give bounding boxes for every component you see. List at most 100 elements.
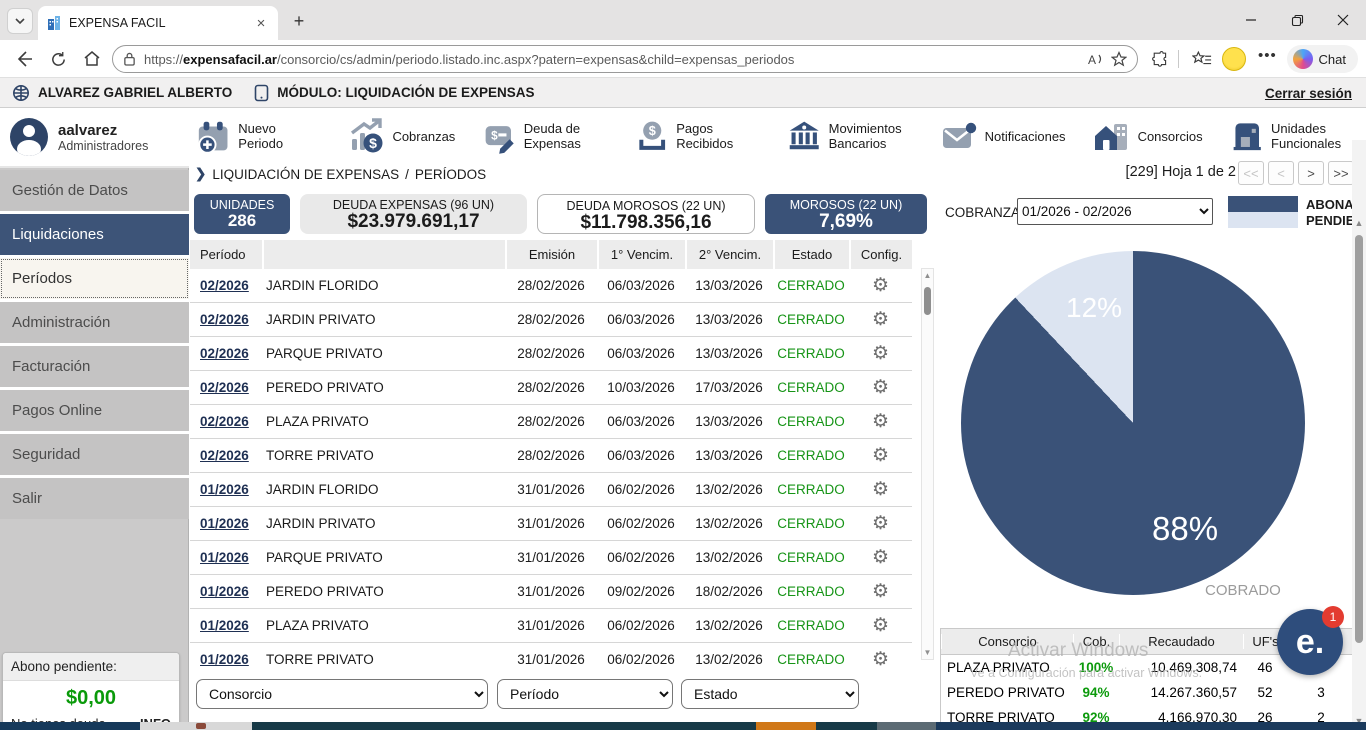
emision-date: 28/02/2026 [505,380,597,395]
toolbar-nuevo-periodo[interactable]: Nuevo Periodo [195,118,320,156]
sidebar-item-pagos-online[interactable]: Pagos Online [0,390,189,431]
new-tab-button[interactable]: + [288,10,310,32]
toolbar-deuda-de-expensas[interactable]: $ Deuda de Expensas [482,118,607,156]
page-scrollbar[interactable]: ▲ ▼ [1352,140,1366,730]
stat-label: MOROSOS (22 UN) [765,198,927,212]
config-gear-icon[interactable]: ⚙ [872,547,889,568]
filter-consorcio-select[interactable]: Consorcio [196,679,488,709]
sidebar-item-periodos[interactable]: Períodos [0,258,189,299]
col-header-venc1[interactable]: 1° Vencim. [597,240,685,269]
table-scrollbar[interactable]: ▲ ▼ [921,268,934,660]
period-link[interactable]: 01/2026 [190,516,262,531]
read-aloud-button[interactable]: A [1087,52,1103,66]
period-link[interactable]: 02/2026 [190,312,262,327]
period-link[interactable]: 01/2026 [190,652,262,667]
config-gear-icon[interactable]: ⚙ [872,479,889,500]
config-gear-icon[interactable]: ⚙ [872,513,889,534]
col-header-emision[interactable]: Emisión [505,240,597,269]
cobranza-select[interactable]: 01/2026 - 02/2026 [1017,198,1213,225]
browser-menu-button[interactable]: ••• [1258,47,1277,64]
sidebar-item-facturacion[interactable]: Facturación [0,346,189,387]
page-scroll-up-icon[interactable]: ▲ [1352,218,1366,228]
config-gear-icon[interactable]: ⚙ [872,445,889,466]
config-gear-icon[interactable]: ⚙ [872,343,889,364]
pager-first-button[interactable]: << [1238,161,1264,185]
sum-col-recaudado[interactable]: Recaudado [1119,634,1243,649]
config-gear-icon[interactable]: ⚙ [872,615,889,636]
sidebar-item-salir[interactable]: Salir [0,478,189,519]
copilot-icon [1293,49,1313,69]
logout-link[interactable]: Cerrar sesión [1265,78,1352,108]
col-header-estado[interactable]: Estado [773,240,849,269]
legend-swatch-pendiente [1228,212,1298,228]
toolbar-label: Nuevo Periodo [238,122,320,152]
restore-icon [1291,14,1304,27]
filter-periodo-select[interactable]: Período [497,679,673,709]
browser-tab[interactable]: EXPENSA FACIL × [38,6,278,40]
toolbar-consorcios[interactable]: Consorcios [1093,118,1203,156]
col-header-periodo[interactable]: Período [190,240,262,269]
profile-avatar[interactable] [1222,47,1246,71]
page-info: [229] Hoja 1 de 2 [1126,164,1236,180]
tab-search-button[interactable] [7,8,33,34]
sidebar-item-administracion[interactable]: Administración [0,302,189,343]
sidebar-item-seguridad[interactable]: Seguridad [0,434,189,475]
period-link[interactable]: 02/2026 [190,278,262,293]
toolbar-unidades-funcionales[interactable]: Unidades Funcionales [1230,118,1355,156]
logged-user: ALVAREZ GABRIEL ALBERTO [12,84,232,102]
sidebar-item-gestion-de-datos[interactable]: Gestión de Datos [0,170,189,211]
pie-label-pendiente: 12% [1066,292,1122,324]
url-bar[interactable]: https://expensafacil.ar/consorcio/cs/adm… [112,45,1138,73]
tab-close-button[interactable]: × [252,14,270,32]
period-link[interactable]: 01/2026 [190,584,262,599]
config-gear-icon[interactable]: ⚙ [872,411,889,432]
col-header-venc2[interactable]: 2° Vencim. [685,240,773,269]
restore-button[interactable] [1274,0,1320,40]
extensions-button[interactable] [1148,47,1172,71]
pager-last-button[interactable]: >> [1328,161,1354,185]
close-window-button[interactable] [1320,0,1366,40]
pager-prev-button[interactable]: < [1268,161,1294,185]
page-scrollbar-thumb[interactable] [1355,235,1363,643]
favorite-star-button[interactable] [1111,51,1127,67]
period-link[interactable]: 01/2026 [190,618,262,633]
config-gear-icon[interactable]: ⚙ [872,649,889,670]
sidebar-item-liquidaciones[interactable]: Liquidaciones [0,214,189,255]
back-button[interactable] [12,47,36,71]
sidebar: aalvarez Administradores Gestión de Dato… [0,108,189,730]
summary-recaudado: 10.469.308,74 [1119,660,1243,675]
config-gear-icon[interactable]: ⚙ [872,581,889,602]
summary-cob-pct: 100% [1073,660,1119,675]
config-gear-icon[interactable]: ⚙ [872,309,889,330]
period-link[interactable]: 02/2026 [190,346,262,361]
table-row: 02/2026 JARDIN PRIVATO 28/02/2026 06/03/… [190,303,912,337]
table-scrollbar-thumb[interactable] [924,287,931,315]
period-link[interactable]: 02/2026 [190,448,262,463]
favorites-bar-button[interactable] [1190,47,1214,71]
reload-button[interactable] [46,47,70,71]
toolbar-pagos-recibidos[interactable]: $ Pagos Recibidos [635,118,760,156]
minimize-button[interactable] [1228,0,1274,40]
scroll-up-icon[interactable]: ▲ [923,271,932,280]
pager-next-button[interactable]: > [1298,161,1324,185]
copilot-chat-button[interactable]: Chat [1287,45,1358,73]
period-link[interactable]: 02/2026 [190,414,262,429]
estado-badge: CERRADO [773,618,849,633]
period-link[interactable]: 01/2026 [190,482,262,497]
period-link[interactable]: 02/2026 [190,380,262,395]
stat-label: DEUDA EXPENSAS (96 UN) [300,198,527,212]
toolbar-notificaciones[interactable]: Notificaciones [940,118,1066,156]
toolbar-movimientos-bancarios[interactable]: Movimientos Bancarios [787,118,912,156]
filter-estado-select[interactable]: Estado [681,679,859,709]
emision-date: 28/02/2026 [505,278,597,293]
sum-col-consorcio[interactable]: Consorcio [941,634,1073,649]
stat-value: $11.798.356,16 [538,213,754,234]
sum-col-cob[interactable]: Cob. [1073,634,1119,649]
breadcrumb-root[interactable]: LIQUIDACIÓN DE EXPENSAS [212,167,399,182]
config-gear-icon[interactable]: ⚙ [872,275,889,296]
config-gear-icon[interactable]: ⚙ [872,377,889,398]
period-link[interactable]: 01/2026 [190,550,262,565]
scroll-down-icon[interactable]: ▼ [923,648,932,657]
home-button[interactable] [80,47,104,71]
toolbar-cobranzas[interactable]: $ Cobranzas [347,118,455,156]
